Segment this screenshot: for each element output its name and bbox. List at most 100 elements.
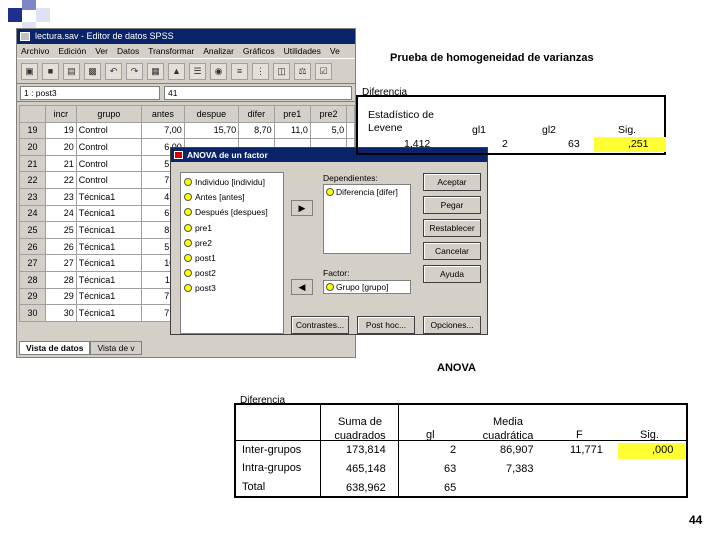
weight-cases-icon[interactable]: ⚖ [294, 62, 311, 80]
grid-cell[interactable]: 24 [45, 204, 77, 223]
column-header[interactable]: pre1 [273, 105, 311, 123]
list-item[interactable]: Individuo [individu] [184, 175, 280, 190]
ok-button[interactable]: Aceptar [423, 173, 481, 191]
menu-transformar[interactable]: Transformar [148, 44, 194, 58]
options-button[interactable]: Opciones... [423, 316, 481, 334]
menu-ver[interactable]: Ver [95, 44, 108, 58]
menu-ventana[interactable]: Ve [330, 44, 340, 58]
row-number[interactable]: 19 [19, 121, 46, 140]
grid-cell[interactable]: 8,70 [238, 121, 275, 140]
grid-cell[interactable]: Técnica1 [75, 270, 143, 289]
grid-cell[interactable]: 28 [45, 270, 77, 289]
post-hoc-button[interactable]: Post hoc... [357, 316, 415, 334]
grid-cell[interactable]: Técnica1 [75, 204, 143, 223]
row-number[interactable]: 25 [19, 221, 46, 239]
grid-header-row: incr grupo antes despue difer pre1 pre2 [19, 105, 355, 123]
grid-cell[interactable]: 19 [45, 121, 77, 140]
reset-button[interactable]: Restablecer [423, 219, 481, 237]
row-number[interactable]: 21 [19, 154, 46, 173]
dependent-item[interactable]: Diferencia [difer] [336, 187, 398, 197]
menu-graficos[interactable]: Gráficos [243, 44, 275, 58]
grid-cell[interactable]: 25 [45, 221, 77, 239]
tab-data-view[interactable]: Vista de datos [19, 341, 91, 355]
list-item[interactable]: Antes [antes] [184, 190, 280, 205]
row-number[interactable]: 22 [19, 171, 46, 189]
select-cases-icon[interactable]: ☑ [315, 62, 332, 80]
column-header[interactable]: antes [141, 105, 185, 123]
grid-cell[interactable]: 11,0 [273, 121, 311, 140]
help-button[interactable]: Ayuda [423, 265, 481, 283]
split-file-icon[interactable]: ◫ [273, 62, 290, 80]
contrasts-button[interactable]: Contrastes... [291, 316, 349, 334]
goto-chart-icon[interactable]: ▦ [147, 62, 164, 80]
row-number[interactable]: 27 [19, 254, 46, 272]
undo-icon[interactable]: ↶ [105, 62, 122, 80]
list-item[interactable]: pre2 [184, 236, 280, 251]
column-header[interactable]: difer [238, 105, 275, 123]
cell-value-input[interactable]: 41 [164, 85, 352, 100]
grid-cell[interactable] [346, 121, 355, 140]
insert-variable-icon[interactable]: ⋮ [252, 62, 269, 80]
find-icon[interactable]: ◉ [210, 62, 227, 80]
paste-button[interactable]: Pegar [423, 196, 481, 214]
list-item[interactable]: Después [despues] [184, 205, 280, 220]
menu-edicion[interactable]: Edición [58, 44, 86, 58]
grid-cell[interactable]: Técnica1 [75, 287, 143, 306]
print-icon[interactable]: ▤ [63, 62, 80, 80]
column-header[interactable] [346, 105, 355, 123]
grid-cell[interactable]: Control [75, 171, 143, 189]
variables-icon[interactable]: ☰ [189, 62, 206, 80]
grid-cell[interactable]: 30 [45, 304, 77, 322]
row-number[interactable]: 28 [19, 270, 46, 289]
move-to-dependents-button[interactable]: ▶ [291, 200, 313, 216]
save-icon[interactable]: ■ [42, 62, 59, 80]
source-variable-list[interactable]: Individuo [individu] Antes [antes] Despu… [180, 172, 284, 334]
grid-cell[interactable]: 15,70 [183, 121, 240, 140]
grid-cell[interactable]: 5,0 [309, 121, 348, 140]
row-number[interactable]: 29 [19, 287, 46, 306]
grid-cell[interactable]: 21 [45, 154, 77, 173]
grid-cell[interactable]: 27 [45, 254, 77, 272]
menu-analizar[interactable]: Analizar [203, 44, 234, 58]
redo-icon[interactable]: ↷ [126, 62, 143, 80]
grid-cell[interactable]: 26 [45, 237, 77, 256]
cancel-button[interactable]: Cancelar [423, 242, 481, 260]
dependents-list[interactable]: Diferencia [difer] [323, 184, 411, 254]
grid-cell[interactable]: Técnica1 [75, 187, 143, 206]
column-header[interactable]: grupo [75, 105, 143, 123]
grid-cell[interactable]: 7,00 [141, 121, 185, 140]
grid-cell[interactable]: Técnica1 [75, 237, 143, 256]
column-header[interactable]: pre2 [309, 105, 348, 123]
column-header[interactable]: despue [183, 105, 240, 123]
list-item[interactable]: post2 [184, 266, 280, 281]
open-icon[interactable]: ▣ [21, 62, 38, 80]
goto-case-icon[interactable]: ▲ [168, 62, 185, 80]
move-to-factor-button[interactable]: ◀ [291, 279, 313, 295]
insert-case-icon[interactable]: ≡ [231, 62, 248, 80]
row-number[interactable]: 23 [19, 187, 46, 206]
grid-cell[interactable]: Control [75, 138, 143, 156]
row-number[interactable]: 20 [19, 138, 46, 156]
menu-utilidades[interactable]: Utilidades [284, 44, 321, 58]
factor-field[interactable]: Grupo [grupo] [323, 280, 411, 294]
grid-cell[interactable]: Técnica1 [75, 254, 143, 272]
grid-cell[interactable]: Técnica1 [75, 221, 143, 239]
row-number[interactable]: 26 [19, 237, 46, 256]
tab-variable-view[interactable]: Vista de v [90, 341, 142, 355]
grid-cell[interactable]: 20 [45, 138, 77, 156]
row-number[interactable]: 30 [19, 304, 46, 322]
row-number[interactable]: 24 [19, 204, 46, 223]
column-header[interactable]: incr [45, 105, 77, 123]
grid-cell[interactable]: 22 [45, 171, 77, 189]
list-item[interactable]: pre1 [184, 221, 280, 236]
grid-cell[interactable]: Técnica1 [75, 304, 143, 322]
list-item[interactable]: post3 [184, 281, 280, 296]
menu-datos[interactable]: Datos [117, 44, 139, 58]
dialog-recall-icon[interactable]: ▩ [84, 62, 101, 80]
list-item[interactable]: post1 [184, 251, 280, 266]
grid-cell[interactable]: Control [75, 154, 143, 173]
grid-cell[interactable]: Control [75, 121, 143, 140]
grid-cell[interactable]: 23 [45, 187, 77, 206]
grid-cell[interactable]: 29 [45, 287, 77, 306]
menu-archivo[interactable]: Archivo [21, 44, 49, 58]
